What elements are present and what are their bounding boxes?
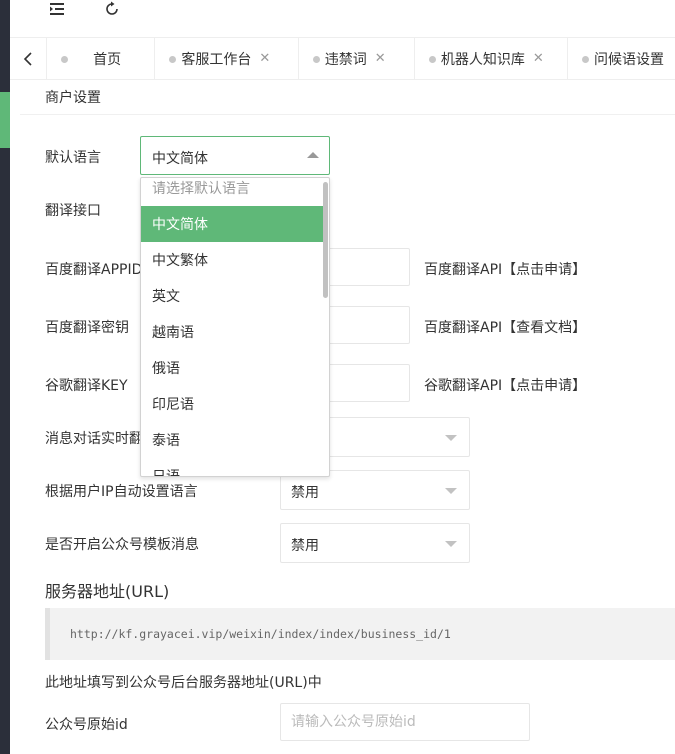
dropdown-option[interactable]: 英文 <box>141 278 324 314</box>
section-divider <box>20 114 675 115</box>
server-url-note: 此地址填写到公众号后台服务器地址(URL)中 <box>45 675 322 691</box>
tab-label: 问候语设置 <box>593 51 664 68</box>
chevron-left-icon <box>23 51 32 66</box>
dropdown-option[interactable]: 泰语 <box>141 422 324 458</box>
google-key-label: 谷歌翻译KEY <box>45 378 128 394</box>
tab-dot-icon <box>581 55 589 63</box>
tab-robot-knowledge[interactable]: 机器人知识库 ✕ <box>415 37 568 80</box>
server-url-text: http://kf.grayacei.vip/weixin/index/inde… <box>70 627 451 641</box>
ip-auto-lang-label: 根据用户IP自动设置语言 <box>45 484 198 500</box>
tab-label: 客服工作台 <box>181 51 252 68</box>
tab-home[interactable]: 首页 <box>47 37 156 80</box>
dropdown-option[interactable]: 俄语 <box>141 350 324 386</box>
close-icon[interactable]: ✕ <box>533 51 544 66</box>
tab-dot-icon <box>61 55 69 63</box>
caret-down-icon <box>445 488 457 494</box>
dropdown-option[interactable]: 中文繁体 <box>141 242 324 278</box>
close-icon[interactable]: ✕ <box>375 51 386 66</box>
google-apply-link[interactable]: 谷歌翻译API【点击申请】 <box>424 375 586 395</box>
dropdown-option[interactable]: 越南语 <box>141 314 324 350</box>
wechat-original-id-field[interactable] <box>280 703 530 741</box>
tab-label: 首页 <box>93 51 122 68</box>
baidu-secret-label: 百度翻译密钥 <box>45 320 129 336</box>
language-dropdown: 请选择默认语言 中文简体 中文繁体 英文 越南语 俄语 印尼语 泰语 日语 <box>140 177 330 477</box>
select-value: 中文简体 <box>152 151 208 167</box>
tab-forbidden-words[interactable]: 违禁词 ✕ <box>299 37 415 80</box>
translate-api-label: 翻译接口 <box>45 203 101 219</box>
tab-dot-icon <box>428 55 436 63</box>
dropdown-option[interactable]: 印尼语 <box>141 386 324 422</box>
sidebar-active-indicator <box>0 92 10 148</box>
baidu-appid-apply-link[interactable]: 百度翻译API【点击申请】 <box>424 259 586 279</box>
menu-indent-icon[interactable] <box>48 0 66 18</box>
server-url-box: http://kf.grayacei.vip/weixin/index/inde… <box>45 608 675 660</box>
dropdown-option[interactable]: 日语 <box>141 458 324 476</box>
select-value: 禁用 <box>291 485 319 501</box>
dropdown-placeholder: 请选择默认语言 <box>152 181 250 197</box>
dropdown-scrollbar[interactable] <box>323 182 328 298</box>
top-toolbar <box>10 0 675 38</box>
tab-dot-icon <box>312 55 320 63</box>
caret-down-icon <box>445 541 457 547</box>
tab-label: 机器人知识库 <box>440 51 525 68</box>
main-content: 商户设置 默认语言 翻译接口 百度翻译APPID 百度翻译API【点击申请】 百… <box>10 80 675 754</box>
tab-greeting-settings[interactable]: 问候语设置 <box>568 38 675 80</box>
server-url-title: 服务器地址(URL) <box>45 582 170 601</box>
refresh-icon[interactable] <box>102 0 122 18</box>
tab-scroll-left-button[interactable] <box>10 37 48 80</box>
section-title: 商户设置 <box>45 90 101 106</box>
close-icon[interactable]: ✕ <box>259 51 270 66</box>
tab-service-workbench[interactable]: 客服工作台 ✕ <box>155 37 299 80</box>
wechat-original-id-label: 公众号原始id <box>45 717 128 733</box>
wechat-original-id-input[interactable] <box>281 704 529 740</box>
default-language-label: 默认语言 <box>45 150 101 166</box>
caret-down-icon <box>445 435 457 441</box>
default-language-select[interactable]: 中文简体 <box>140 136 330 175</box>
wechat-template-select[interactable]: 禁用 <box>280 523 470 563</box>
tab-dot-icon <box>169 55 177 63</box>
wechat-template-label: 是否开启公众号模板消息 <box>45 537 199 553</box>
dropdown-option[interactable]: 中文简体 <box>141 206 324 242</box>
caret-up-icon <box>307 152 319 158</box>
select-value: 禁用 <box>291 538 319 554</box>
baidu-appid-label: 百度翻译APPID <box>45 262 143 278</box>
page-tabs: 首页 客服工作台 ✕ 违禁词 ✕ 机器人知识库 ✕ 问候语设置 <box>10 37 675 80</box>
tab-label: 违禁词 <box>324 51 367 68</box>
baidu-docs-link[interactable]: 百度翻译API【查看文档】 <box>424 317 586 337</box>
